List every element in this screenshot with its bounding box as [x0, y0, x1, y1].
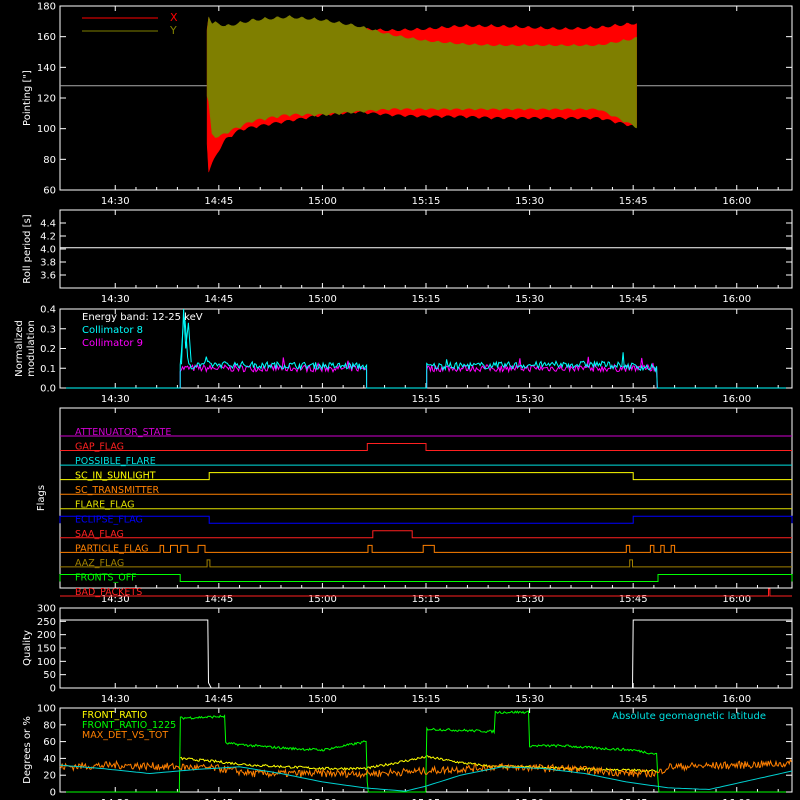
time-tick-label: 14:45: [204, 394, 233, 405]
y-tick-label: 0.2: [40, 344, 56, 355]
time-tick-label: 16:00: [722, 196, 751, 207]
time-tick-label: 15:00: [308, 196, 337, 207]
modulation-line-8: [60, 315, 792, 389]
chart-svg: 14:30 14:45 15:00 15:15 15:30 15:45 16:00 14:30…: [14, 2, 793, 800]
time-tick-label: 14:45: [204, 294, 233, 305]
flag-label-sc-transmitter: SC_TRANSMITTER: [75, 485, 160, 496]
y-tick-label: 4.0: [40, 245, 56, 256]
quality-line: [60, 619, 792, 689]
y-tick-label: 3.8: [40, 258, 56, 269]
y-tick-label: 100: [37, 124, 56, 135]
y-axis-label-3: Flags: [36, 485, 47, 511]
y-tick-label: 0.1: [40, 364, 56, 375]
y-tick-label: 0.0: [40, 384, 56, 395]
y-axis-label-2: Normalized modulation: [14, 320, 37, 377]
time-tick-label: 14:45: [204, 196, 233, 207]
flag-label-saa-flag: SAA_FLAG: [75, 529, 124, 540]
time-tick-label: 16:00: [722, 294, 751, 305]
energy-band-annotation: Energy band: 12-25 keV: [82, 312, 203, 323]
flag-label-gap-flag: GAP_FLAG: [75, 442, 124, 453]
time-tick-label: 15:15: [412, 294, 441, 305]
flag-label-possible-flare: POSSIBLE_FLARE: [75, 456, 156, 467]
y-axis-label-line: Normalized: [14, 320, 25, 377]
flag-line-gap-flag: [60, 443, 792, 451]
y-tick-label: 180: [37, 2, 56, 13]
legend-collimator-9: Collimator 9: [82, 338, 143, 349]
flag-line-particle-flag: [60, 544, 792, 553]
time-tick-label: 16:00: [722, 694, 751, 705]
legend-collimator-8: Collimator 8: [82, 325, 143, 336]
y-tick-label: 60: [43, 737, 56, 748]
flag-label-eclipse-flag: ECLIPSE_FLAG: [75, 514, 143, 525]
y-tick-label: 0: [50, 684, 56, 695]
y-tick-label: 40: [43, 754, 56, 765]
flag-label-aaz-flag: AAZ_FLAG: [75, 558, 124, 569]
y-axis-label-0: Pointing ["]: [22, 70, 33, 126]
y-tick-label: 60: [43, 186, 56, 197]
flag-line-fronts-off: [59, 574, 793, 582]
time-tick-label: 15:15: [412, 196, 441, 207]
y-tick-label: 250: [37, 617, 56, 628]
time-tick-label: 15:45: [619, 294, 648, 305]
y-tick-label: 100: [37, 704, 56, 715]
legend-label-x: X: [170, 11, 178, 24]
time-tick-label: 15:45: [619, 694, 648, 705]
flag-label-particle-flag: PARTICLE_FLAG: [75, 543, 148, 554]
flag-line-sc-in-sunlight: [60, 472, 792, 481]
y-tick-label: 80: [43, 720, 56, 731]
y-tick-label: 100: [37, 657, 56, 668]
y-tick-label: 160: [37, 32, 56, 43]
y-tick-label: 200: [37, 630, 56, 641]
time-tick-label: 14:30: [101, 394, 130, 405]
y-tick-label: 0.4: [40, 305, 56, 316]
y-tick-label: 140: [37, 63, 56, 74]
time-tick-label: 15:30: [515, 694, 544, 705]
flag-line-eclipse-flag: [59, 515, 793, 524]
y-tick-label: 4.4: [40, 219, 56, 230]
flag-line-aaz-flag: [60, 559, 792, 568]
time-tick-label: 14:30: [101, 196, 130, 207]
flag-line-saa-flag: [60, 530, 792, 539]
panel-frame-1: [59, 209, 793, 289]
legend-label-y: Y: [169, 24, 177, 37]
time-tick-label: 15:00: [308, 294, 337, 305]
y-tick-label: 50: [43, 670, 56, 681]
time-tick-label: 15:30: [515, 294, 544, 305]
y-axis-label-1: Roll period [s]: [22, 214, 33, 283]
y-axis-label-line: modulation: [26, 320, 37, 377]
y-axis-label-4: Quality: [22, 630, 33, 666]
time-tick-label: 15:00: [308, 694, 337, 705]
y-tick-label: 80: [43, 155, 56, 166]
y-tick-label: 150: [37, 644, 56, 655]
time-tick-label: 15:15: [412, 694, 441, 705]
time-tick-label: 15:45: [619, 196, 648, 207]
geomagnetic-latitude-annotation: Absolute geomagnetic latitude: [612, 711, 766, 722]
time-tick-label: 14:45: [204, 694, 233, 705]
y-tick-label: 0.3: [40, 324, 56, 335]
y-tick-label: 120: [37, 94, 56, 105]
y-axis-label-5: Degrees or %: [22, 716, 33, 784]
y-tick-label: 300: [37, 604, 56, 615]
y-tick-label: 0: [50, 788, 56, 799]
time-tick-label: 15:30: [515, 196, 544, 207]
time-tick-label: 15:00: [308, 394, 337, 405]
time-tick-label: 16:00: [722, 394, 751, 405]
y-tick-label: 3.6: [40, 271, 56, 282]
time-tick-label: 15:15: [412, 394, 441, 405]
flag-label-bad-packets: BAD_PACKETS: [75, 587, 142, 598]
time-tick-label: 15:30: [515, 394, 544, 405]
flag-label-attenuator-state: ATTENUATOR_STATE: [75, 427, 171, 438]
flag-label-flare-flag: FLARE_FLAG: [75, 500, 135, 511]
flag-label-fronts-off: FRONTS_OFF: [75, 572, 137, 583]
flag-label-sc-in-sunlight: SC_IN_SUNLIGHT: [75, 471, 156, 482]
time-tick-label: 14:30: [101, 694, 130, 705]
time-tick-label: 15:45: [619, 394, 648, 405]
legend-max-det-vs-tot: MAX_DET_VS_TOT: [82, 730, 168, 741]
time-tick-label: 14:30: [101, 294, 130, 305]
y-tick-label: 20: [43, 771, 56, 782]
y-tick-label: 4.2: [40, 232, 56, 243]
